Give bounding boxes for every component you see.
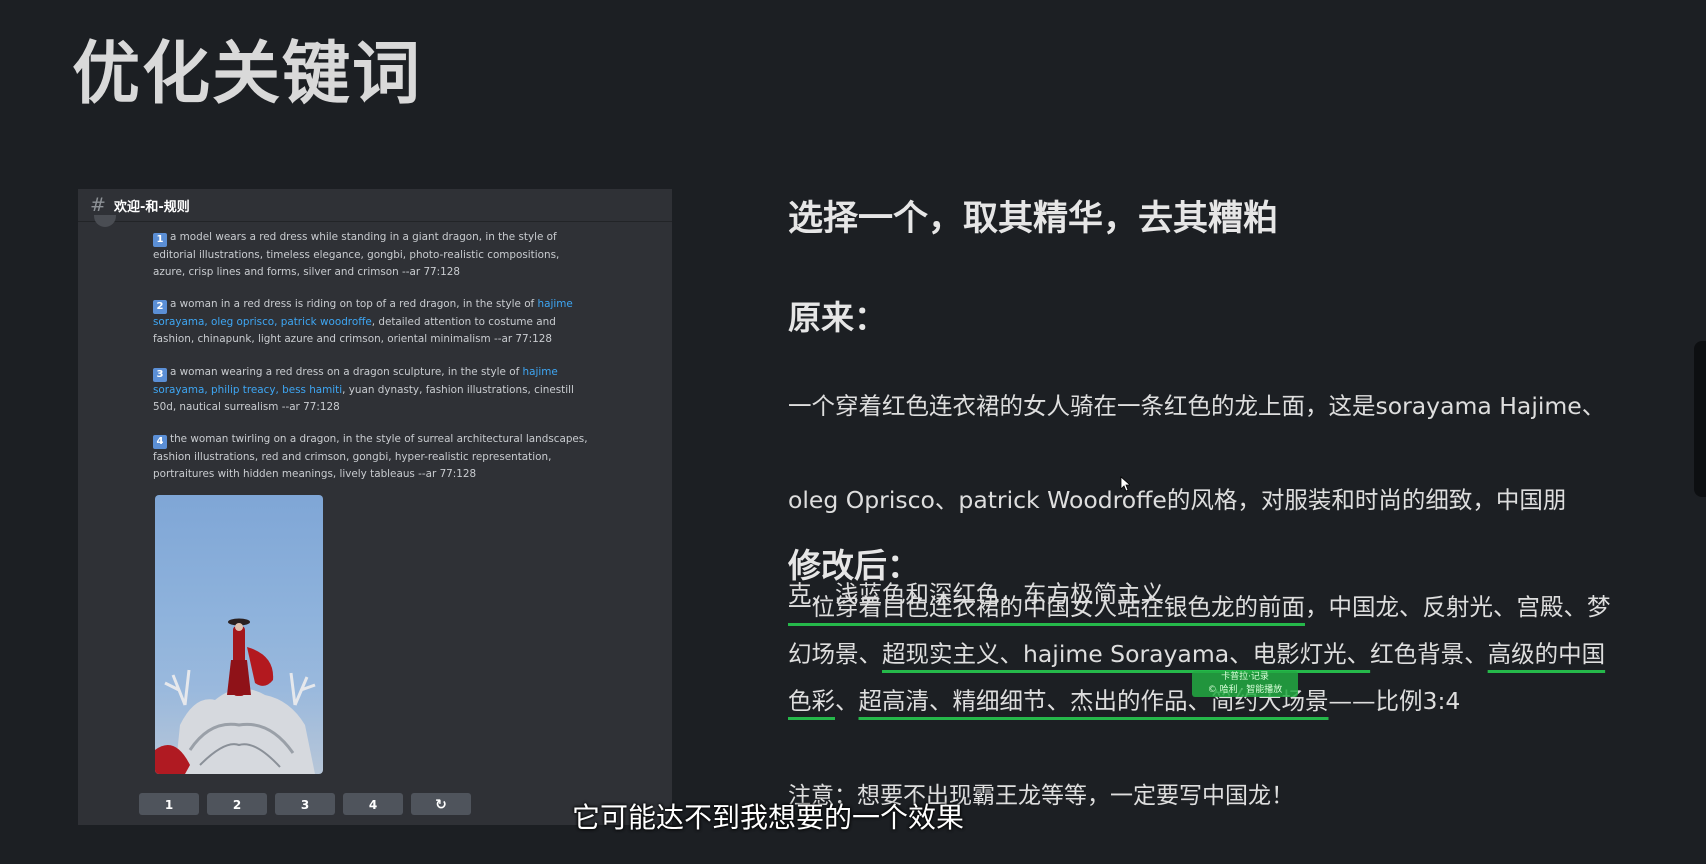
prompt-item-1: 1a model wears a red dress while standin…	[153, 229, 593, 280]
button-3[interactable]: 3	[275, 793, 335, 815]
generated-image[interactable]	[155, 495, 323, 774]
highlighted-phrase: 一位穿着白色连衣裙的中国女人站在银色龙的前面	[788, 593, 1305, 621]
message-list: 1a model wears a red dress while standin…	[153, 229, 593, 499]
prompt-item-4: 4 the woman twirling on a dragon, in the …	[153, 431, 593, 482]
highlighted-phrase: 超现实主义、hajime Sorayama、电影灯光、	[882, 640, 1371, 668]
video-caption: 它可能达不到我想要的一个效果	[572, 801, 965, 834]
modified-label: 修改后：	[788, 546, 920, 585]
edge-panel-handle[interactable]	[1694, 341, 1706, 497]
avatar[interactable]	[94, 215, 116, 227]
number-3-badge: 3	[153, 367, 167, 382]
button-2[interactable]: 2	[207, 793, 267, 815]
plain-phrase: 、	[835, 687, 859, 715]
slide-title: 优化关键词	[72, 35, 423, 114]
modified-line-1: 一位穿着白色连衣裙的中国女人站在银色龙的前面，中国龙、反射光、宫殿、梦	[788, 584, 1668, 631]
tooltip-line-1: 卡普拉·记录	[1221, 672, 1269, 682]
prompt-item-3: 3a woman wearing a red dress on a dragon…	[153, 364, 593, 415]
prompt-text: a woman wearing a red dress on a dragon …	[170, 365, 523, 378]
mouse-cursor-icon	[1120, 476, 1130, 492]
upscale-button-row: 1 2 3 4 ↻	[139, 793, 471, 815]
prompt-text: the woman twirling on a dragon, in the s…	[153, 433, 588, 480]
highlighted-phrase: 色彩	[788, 687, 835, 715]
plain-phrase: 幻场景、	[788, 640, 882, 668]
slide: 优化关键词 # 欢迎-和-规则 1a model wears a red dre…	[0, 0, 1706, 864]
prompt-text: a model wears a red dress while standing…	[153, 231, 560, 278]
number-2-badge: 2	[153, 300, 167, 315]
section-subtitle: 选择一个，取其精华，去其糟粕	[788, 199, 1279, 239]
green-tooltip: 卡普拉·记录 © 哈利 · 智能播放	[1192, 671, 1298, 697]
modified-prompt-text: 一位穿着白色连衣裙的中国女人站在银色龙的前面，中国龙、反射光、宫殿、梦 幻场景、…	[788, 584, 1668, 725]
button-1[interactable]: 1	[139, 793, 199, 815]
original-line-2: oleg Oprisco、patrick Woodroffe的风格，对服装和时尚…	[788, 486, 1567, 514]
plain-phrase: 红色背景、	[1370, 640, 1488, 668]
channel-name[interactable]: 欢迎-和-规则	[114, 196, 190, 215]
hash-icon: #	[90, 194, 106, 216]
plain-phrase: ，中国龙、反射光、宫殿、梦	[1305, 593, 1611, 621]
highlighted-phrase: 高级的中国	[1487, 640, 1606, 668]
tooltip-line-2: © 哈利 · 智能播放	[1207, 685, 1283, 695]
prompt-item-2: 2a woman in a red dress is riding on top…	[153, 296, 593, 347]
button-4[interactable]: 4	[343, 793, 403, 815]
channel-header: # 欢迎-和-规则	[78, 189, 672, 222]
discord-panel: # 欢迎-和-规则 1a model wears a red dress whi…	[78, 189, 672, 825]
refresh-icon[interactable]: ↻	[411, 793, 471, 815]
original-label: 原来：	[788, 298, 887, 337]
dragon-woman-illustration	[155, 618, 316, 774]
number-4-badge: 4	[153, 435, 167, 450]
plain-phrase: ——比例3:4	[1328, 687, 1461, 715]
prompt-text: a woman in a red dress is riding on top …	[170, 298, 538, 311]
original-line-1: 一个穿着红色连衣裙的女人骑在一条红色的龙上面，这是sorayama Hajime…	[788, 392, 1606, 420]
number-1-badge: 1	[153, 233, 167, 247]
